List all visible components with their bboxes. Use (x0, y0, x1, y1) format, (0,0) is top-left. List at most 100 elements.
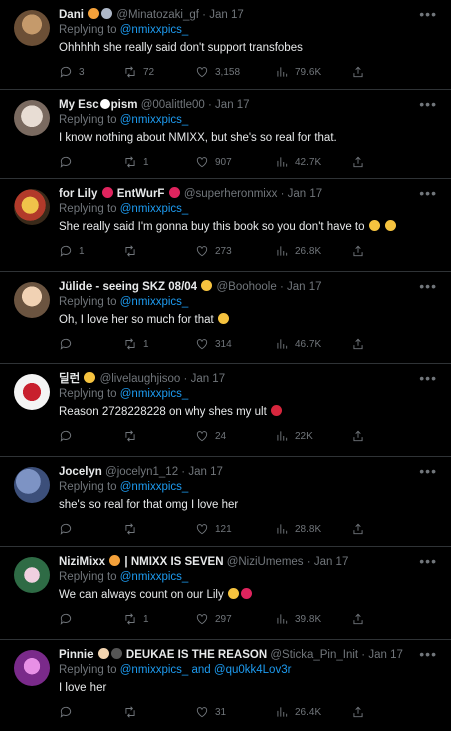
display-name[interactable]: 딜런 (59, 373, 80, 385)
retweet-button[interactable] (123, 522, 195, 536)
display-name[interactable]: for Lily (59, 188, 97, 200)
views-button[interactable]: 79.6K (275, 65, 351, 79)
mention-link[interactable]: @nmixxpics_ (120, 481, 189, 493)
views-button[interactable]: 26.8K (275, 244, 351, 258)
tweet-date[interactable]: Jan 17 (215, 99, 250, 111)
tweet[interactable]: My Esc pism @00alittle00 · Jan 17 ••• Rep… (0, 90, 451, 179)
tweet-date[interactable]: Jan 17 (209, 9, 244, 21)
tweet[interactable]: NiziMixx | NMIXX IS SEVEN @NiziUmemes · … (0, 547, 451, 640)
mention-link[interactable]: @nmixxpics_ (120, 203, 189, 215)
retweet-button[interactable] (123, 705, 195, 719)
more-dots-icon[interactable]: ••• (419, 464, 437, 478)
tweet[interactable]: Pinnie DEUKAE IS THE REASON @Sticka_Pin_… (0, 640, 451, 731)
avatar[interactable] (14, 467, 50, 503)
mention-link[interactable]: @nmixxpics_ (120, 388, 189, 400)
avatar[interactable] (14, 100, 50, 136)
user-handle[interactable]: @superheronmixx (184, 188, 278, 200)
mention-link[interactable]: @nmixxpics_ (120, 664, 189, 676)
views-button[interactable]: 26.4K (275, 705, 351, 719)
retweet-button[interactable] (123, 429, 195, 443)
like-button[interactable]: 273 (195, 244, 275, 258)
reply-button[interactable]: 3 (59, 65, 123, 79)
display-name[interactable]: NiziMixx (59, 556, 105, 568)
user-handle[interactable]: @Boohoole (216, 281, 276, 293)
display-name[interactable]: Jülide - seeing SKZ 08/04 (59, 281, 197, 293)
tweet-date[interactable]: Jan 17 (288, 188, 323, 200)
like-button[interactable]: 121 (195, 522, 275, 536)
views-button[interactable]: 42.7K (275, 155, 351, 169)
more-dots-icon[interactable]: ••• (419, 647, 437, 661)
views-button[interactable]: 22K (275, 429, 351, 443)
views-button[interactable]: 39.8K (275, 612, 351, 626)
mention-link[interactable]: @nmixxpics_ (120, 24, 189, 36)
more-dots-icon[interactable]: ••• (419, 97, 437, 111)
display-name-suffix[interactable]: DEUKAE IS THE REASON (126, 649, 267, 661)
views-button[interactable]: 28.8K (275, 522, 351, 536)
more-dots-icon[interactable]: ••• (419, 371, 437, 385)
share-button[interactable] (351, 612, 365, 626)
tweet-date[interactable]: Jan 17 (287, 281, 322, 293)
display-name-suffix[interactable]: pism (111, 99, 138, 111)
tweet[interactable]: Jocelyn @jocelyn1_12 · Jan 17 ••• Replyi… (0, 457, 451, 547)
user-handle[interactable]: @Sticka_Pin_Init (270, 649, 358, 661)
tweet[interactable]: for Lily EntWurF @superheronmixx · Jan 1… (0, 179, 451, 272)
user-handle[interactable]: @livelaughjisoo (100, 373, 181, 385)
views-button[interactable]: 46.7K (275, 337, 351, 351)
display-name[interactable]: My Esc (59, 99, 99, 111)
like-button[interactable]: 24 (195, 429, 275, 443)
like-button[interactable]: 907 (195, 155, 275, 169)
tweet[interactable]: Jülide - seeing SKZ 08/04 @Boohoole · Ja… (0, 272, 451, 364)
reply-button[interactable] (59, 155, 123, 169)
avatar[interactable] (14, 557, 50, 593)
mention-link[interactable]: @nmixxpics_ (120, 571, 189, 583)
retweet-button[interactable]: 1 (123, 155, 195, 169)
more-dots-icon[interactable]: ••• (419, 554, 437, 568)
tweet-date[interactable]: Jan 17 (314, 556, 349, 568)
avatar[interactable] (14, 374, 50, 410)
tweet-date[interactable]: Jan 17 (191, 373, 226, 385)
share-button[interactable] (351, 522, 365, 536)
tweet-date[interactable]: Jan 17 (368, 649, 403, 661)
more-dots-icon[interactable]: ••• (419, 7, 437, 21)
user-handle[interactable]: @00alittle00 (141, 99, 205, 111)
mention-link[interactable]: @nmixxpics_ (120, 114, 189, 126)
reply-button[interactable] (59, 705, 123, 719)
like-button[interactable]: 314 (195, 337, 275, 351)
avatar[interactable] (14, 282, 50, 318)
avatar[interactable] (14, 10, 50, 46)
reply-button[interactable] (59, 612, 123, 626)
user-handle[interactable]: @NiziUmemes (227, 556, 304, 568)
display-name[interactable]: Jocelyn (59, 466, 102, 478)
tweet[interactable]: Dani @Minatozaki_gf · Jan 17 ••• Replyin… (0, 0, 451, 90)
share-button[interactable] (351, 65, 365, 79)
like-button[interactable]: 297 (195, 612, 275, 626)
mention-link[interactable]: @qu0kk4Lov3r (214, 664, 292, 676)
reply-button[interactable] (59, 337, 123, 351)
share-button[interactable] (351, 155, 365, 169)
share-button[interactable] (351, 244, 365, 258)
share-button[interactable] (351, 337, 365, 351)
like-button[interactable]: 31 (195, 705, 275, 719)
display-name-suffix[interactable]: EntWurF (117, 188, 165, 200)
reply-button[interactable]: 1 (59, 244, 123, 258)
display-name[interactable]: Pinnie (59, 649, 94, 661)
tweet[interactable]: 딜런 @livelaughjisoo · Jan 17 ••• Replying… (0, 364, 451, 457)
more-dots-icon[interactable]: ••• (419, 279, 437, 293)
retweet-button[interactable]: 72 (123, 65, 195, 79)
user-handle[interactable]: @jocelyn1_12 (105, 466, 178, 478)
avatar[interactable] (14, 650, 50, 686)
user-handle[interactable]: @Minatozaki_gf (116, 9, 199, 21)
tweet-date[interactable]: Jan 17 (188, 466, 223, 478)
like-button[interactable]: 3,158 (195, 65, 275, 79)
mention-link[interactable]: @nmixxpics_ (120, 296, 189, 308)
reply-button[interactable] (59, 429, 123, 443)
share-button[interactable] (351, 705, 365, 719)
share-button[interactable] (351, 429, 365, 443)
retweet-button[interactable]: 1 (123, 612, 195, 626)
reply-button[interactable] (59, 522, 123, 536)
retweet-button[interactable]: 1 (123, 337, 195, 351)
more-dots-icon[interactable]: ••• (419, 186, 437, 200)
retweet-button[interactable] (123, 244, 195, 258)
avatar[interactable] (14, 189, 50, 225)
display-name[interactable]: Dani (59, 9, 84, 21)
